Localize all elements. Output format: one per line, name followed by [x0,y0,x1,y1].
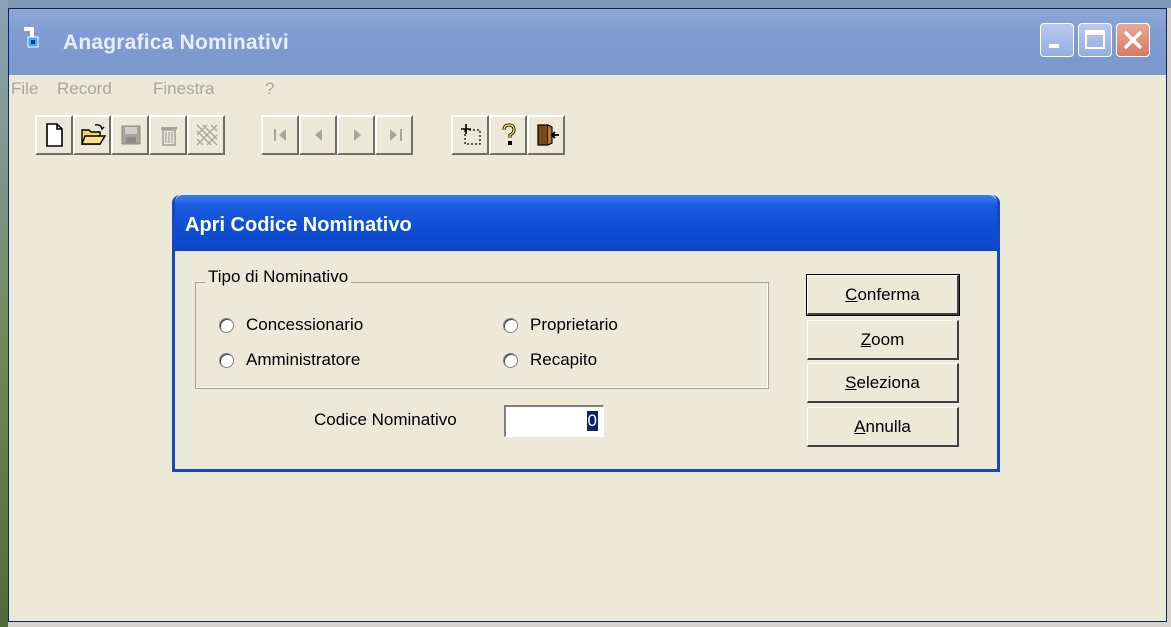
next-record-button[interactable] [337,115,375,155]
new-button[interactable] [35,115,73,155]
radio-circle[interactable] [219,352,234,368]
menu-file[interactable]: File [11,79,38,99]
code-label: Codice Nominativo [314,410,457,429]
radio-label: Recapito [530,350,598,369]
zoom-select-icon [461,124,481,145]
previous-record-button[interactable] [299,115,337,155]
dialog-titlebar[interactable]: Apri Codice Nominativo [175,195,997,251]
open-folder-icon [80,124,106,145]
last-record-icon [390,129,402,141]
open-code-dialog: Apri Codice Nominativo Tipo di Nominativ… [172,195,1000,472]
close-button[interactable] [1116,23,1150,57]
dialog-title: Apri Codice Nominativo [185,214,412,236]
exit-door-icon [537,124,559,146]
select-label: eleziona [856,372,920,392]
close-icon [1123,30,1143,50]
maximize-button[interactable] [1078,23,1112,57]
cancel-accel: A [854,416,866,436]
radio-proprietario[interactable]: Proprietario [503,315,618,335]
radio-label: Proprietario [530,315,618,334]
first-record-icon [274,129,286,141]
minimize-icon [1049,44,1059,48]
menu-bar: File Record Finestra ? [9,75,1166,103]
radio-circle[interactable] [503,317,518,333]
confirm-label: onferma [857,284,920,304]
save-button[interactable] [111,115,149,155]
confirm-button[interactable]: Conferma [806,274,960,316]
cancel-button[interactable] [187,115,225,155]
window-title: Anagrafica Nominativi [63,31,289,54]
radio-label: Amministratore [246,350,361,369]
delete-button[interactable] [149,115,187,155]
zoom-button[interactable]: Zoom [807,320,959,360]
group-label: Tipo di Nominativo [205,267,352,287]
radio-circle[interactable] [219,317,234,333]
nominativo-type-group [195,282,769,389]
radio-concessionario[interactable]: Concessionario [219,315,363,335]
previous-record-icon [315,129,322,141]
radio-amministratore[interactable]: Amministratore [219,350,360,370]
select-button[interactable]: Seleziona [807,363,959,403]
maximize-icon [1085,30,1105,49]
select-accel: S [845,372,857,392]
cancel-hatch-icon [196,124,218,146]
delete-icon [161,127,177,146]
menu-help[interactable]: ? [265,79,274,99]
code-value: 0 [586,411,598,431]
next-record-icon [354,129,361,141]
desktop-background [0,0,1171,8]
zoom-select-button[interactable] [451,115,489,155]
exit-button[interactable] [527,115,565,155]
first-record-button[interactable] [261,115,299,155]
save-icon [121,125,141,145]
help-icon [502,123,516,145]
code-input[interactable]: 0 [504,405,604,437]
menu-record[interactable]: Record [57,79,112,99]
desktop-background-left [0,0,8,627]
last-record-button[interactable] [375,115,413,155]
cancel-dialog-button[interactable]: Annulla [807,407,959,447]
zoom-label: oom [871,329,905,349]
confirm-accel: C [845,284,858,304]
help-button[interactable] [489,115,527,155]
open-button[interactable] [73,115,111,155]
menu-finestra[interactable]: Finestra [153,79,214,99]
app-icon [24,27,39,48]
radio-recapito[interactable]: Recapito [503,350,597,370]
new-document-icon [46,123,63,147]
minimize-button[interactable] [1040,23,1074,57]
zoom-accel: Z [860,329,872,349]
cancel-label: nnulla [865,416,911,436]
radio-circle[interactable] [503,352,518,368]
window-titlebar[interactable]: Anagrafica Nominativi [9,9,1166,75]
radio-label: Concessionario [246,315,364,334]
